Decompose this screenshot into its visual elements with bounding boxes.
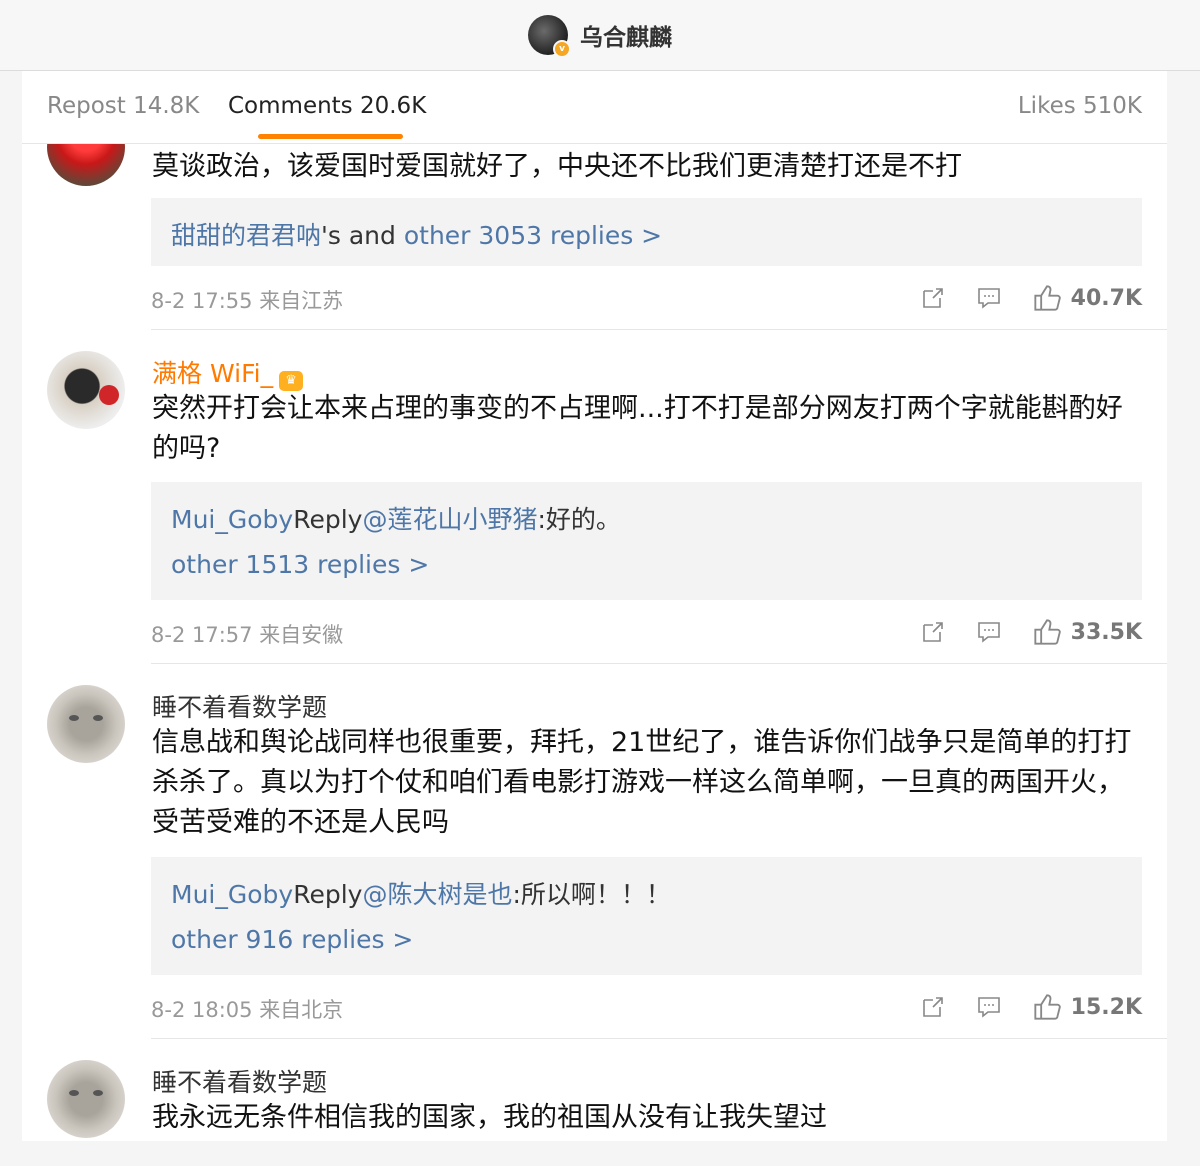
- comment-text: 莫谈政治，该爱国时爱国就好了，中央还不比我们更清楚打还是不打: [152, 151, 962, 182]
- more-replies-link[interactable]: other 916 replies >: [171, 925, 413, 954]
- reply-suffix: 's and: [321, 221, 404, 250]
- comment-date: 8-2 17:55: [151, 289, 253, 313]
- post-detail-card: Repost 14.8K Comments 20.6K Likes 510K 莫…: [22, 71, 1167, 1141]
- comment-username[interactable]: 满格 WiFi_ ♛: [152, 354, 304, 391]
- share-icon[interactable]: [921, 620, 945, 644]
- reply-word: Reply: [293, 880, 363, 909]
- like-icon[interactable]: [1033, 284, 1061, 312]
- comment-icon[interactable]: [977, 995, 1001, 1019]
- comment-icon[interactable]: [977, 286, 1001, 310]
- comment-date: 8-2 18:05: [151, 998, 253, 1022]
- reply-mention-link[interactable]: @莲花山小野猪: [362, 505, 537, 534]
- reply-user-link[interactable]: Mui_Goby: [171, 505, 293, 534]
- more-replies-link[interactable]: other 3053 replies >: [404, 221, 662, 250]
- like-icon[interactable]: [1033, 618, 1061, 646]
- like-count: 40.7K: [1070, 285, 1142, 311]
- tab-bar: Repost 14.8K Comments 20.6K Likes 510K: [22, 71, 1167, 144]
- share-icon[interactable]: [921, 995, 945, 1019]
- comment-meta: 8-2 17:57 来自安徽: [151, 619, 343, 649]
- comment-actions: 40.7K: [889, 284, 1142, 312]
- comment-icon[interactable]: [977, 620, 1001, 644]
- reply-box[interactable]: Mui_GobyReply@莲花山小野猪:好的。 other 1513 repl…: [151, 482, 1142, 600]
- comment-actions: 15.2K: [889, 993, 1142, 1021]
- comment-meta: 8-2 17:55 来自江苏: [151, 285, 343, 315]
- tab-comments[interactable]: Comments 20.6K: [228, 93, 426, 119]
- comment-actions: 33.5K: [889, 618, 1142, 646]
- like-icon[interactable]: [1033, 993, 1061, 1021]
- comment-location: 来自江苏: [259, 289, 344, 313]
- vip-crown-icon: ♛: [279, 371, 304, 391]
- comment-location: 来自安徽: [259, 623, 344, 647]
- reply-box[interactable]: Mui_GobyReply@陈大树是也:所以啊！！！ other 916 rep…: [151, 857, 1142, 975]
- like-count: 15.2K: [1070, 994, 1142, 1020]
- comment-username[interactable]: 睡不着看数学题: [152, 688, 327, 724]
- account-name[interactable]: 乌合麒麟: [580, 18, 672, 52]
- comment-username[interactable]: 睡不着看数学题: [152, 1063, 327, 1099]
- tab-repost[interactable]: Repost 14.8K: [47, 93, 199, 119]
- comment-meta: 8-2 18:05 来自北京: [151, 994, 343, 1024]
- avatar[interactable]: [47, 351, 125, 429]
- share-icon[interactable]: [921, 286, 945, 310]
- comment-text: 信息战和舆论战同样也很重要，拜托，21世纪了，谁告诉你们战争只是简单的打打杀杀了…: [152, 727, 1132, 838]
- comment-text: 突然开打会让本来占理的事变的不占理啊...打不打是部分网友打两个字就能斟酌好的吗…: [152, 393, 1123, 464]
- account-avatar[interactable]: v: [528, 15, 571, 58]
- comment-date: 8-2 17:57: [151, 623, 253, 647]
- more-replies-link[interactable]: other 1513 replies >: [171, 550, 429, 579]
- tab-likes[interactable]: Likes 510K: [1018, 93, 1142, 119]
- avatar[interactable]: [47, 1060, 125, 1138]
- divider: [151, 663, 1167, 664]
- divider: [151, 329, 1167, 330]
- reply-text: :所以啊！！！: [512, 880, 671, 909]
- comment-username-text: 满格 WiFi_: [152, 359, 274, 388]
- reply-line: Mui_GobyReply@陈大树是也:所以啊！！！: [171, 875, 671, 911]
- divider: [151, 1038, 1167, 1039]
- like-count: 33.5K: [1070, 619, 1142, 645]
- reply-user-link[interactable]: 甜甜的君君呐: [171, 221, 321, 250]
- reply-user-link[interactable]: Mui_Goby: [171, 880, 293, 909]
- avatar[interactable]: [47, 685, 125, 763]
- reply-mention-link[interactable]: @陈大树是也: [362, 880, 512, 909]
- reply-word: Reply: [293, 505, 363, 534]
- verified-badge-icon: v: [553, 40, 571, 58]
- reply-text: :好的。: [537, 505, 621, 534]
- reply-summary-box[interactable]: 甜甜的君君呐's and other 3053 replies >: [151, 198, 1142, 266]
- reply-line: Mui_GobyReply@莲花山小野猪:好的。: [171, 500, 621, 536]
- comment-location: 来自北京: [259, 998, 344, 1022]
- comment-text: 我永远无条件相信我的国家，我的祖国从没有让我失望过: [152, 1102, 827, 1133]
- reply-summary: 甜甜的君君呐's and other 3053 replies >: [171, 216, 662, 252]
- top-bar: v 乌合麒麟: [0, 0, 1200, 71]
- active-tab-indicator: [258, 134, 403, 139]
